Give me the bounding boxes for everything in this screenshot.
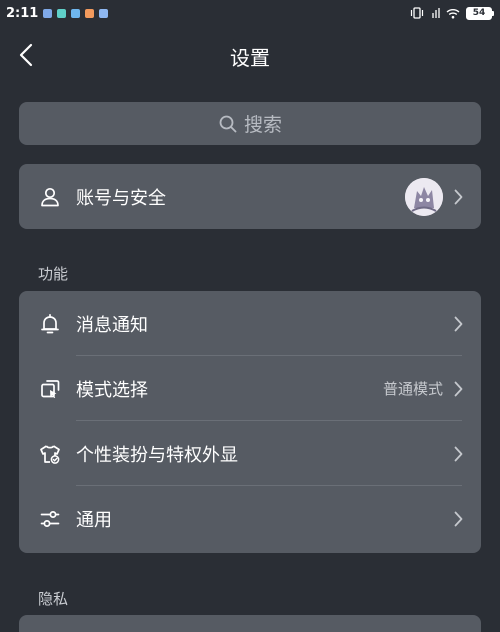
settings-item-label: 消息通知	[76, 314, 148, 336]
app-notification-icon	[85, 8, 95, 18]
settings-item-label: 模式选择	[76, 379, 148, 401]
status-right: 54	[410, 6, 494, 20]
status-bar: 2:11 54	[0, 0, 500, 26]
account-card: 账号与安全	[19, 164, 481, 229]
chevron-right-icon	[451, 188, 465, 206]
avatar	[405, 177, 443, 216]
app-notification-icon	[43, 8, 53, 18]
section-title-privacy: 隐私	[38, 590, 69, 608]
chevron-right-icon	[451, 380, 465, 398]
settings-item-label: 通用	[76, 509, 112, 531]
battery-indicator: 54	[466, 6, 494, 20]
bell-icon	[38, 312, 62, 336]
chevron-right-icon	[451, 510, 465, 528]
vibrate-icon	[410, 7, 424, 19]
mode-select-icon	[38, 377, 62, 401]
tshirt-icon	[38, 442, 62, 466]
signal-icon	[432, 8, 440, 18]
wifi-icon	[446, 8, 460, 18]
user-icon	[38, 185, 62, 209]
sliders-icon	[38, 507, 62, 531]
status-time: 2:11	[6, 5, 39, 21]
settings-item-label: 个性装扮与特权外显	[76, 444, 238, 466]
search-placeholder: 搜索	[243, 114, 282, 136]
features-card: 消息通知 模式选择 普通模式 个性装扮与特权外显 通用	[19, 291, 481, 553]
app-notification-icon	[99, 8, 109, 18]
privacy-card	[19, 615, 481, 632]
chevron-right-icon	[451, 315, 465, 333]
account-security-row[interactable]: 账号与安全	[19, 164, 481, 229]
settings-item-general[interactable]: 通用	[19, 486, 481, 551]
app-notification-icon	[57, 8, 67, 18]
chevron-right-icon	[451, 445, 465, 463]
settings-item-personalization[interactable]: 个性装扮与特权外显	[19, 421, 481, 486]
search-icon	[219, 115, 237, 132]
status-left: 2:11	[6, 5, 109, 21]
search-input[interactable]: 搜索	[19, 102, 481, 145]
settings-item-value: 普通模式	[382, 380, 443, 398]
settings-item-notifications[interactable]: 消息通知	[19, 291, 481, 356]
app-notification-icon	[71, 8, 81, 18]
page-title: 设置	[230, 46, 270, 70]
account-security-label: 账号与安全	[76, 187, 166, 209]
header: 设置	[0, 26, 500, 84]
settings-item-mode[interactable]: 模式选择 普通模式	[19, 356, 481, 421]
section-title-features: 功能	[38, 265, 69, 283]
